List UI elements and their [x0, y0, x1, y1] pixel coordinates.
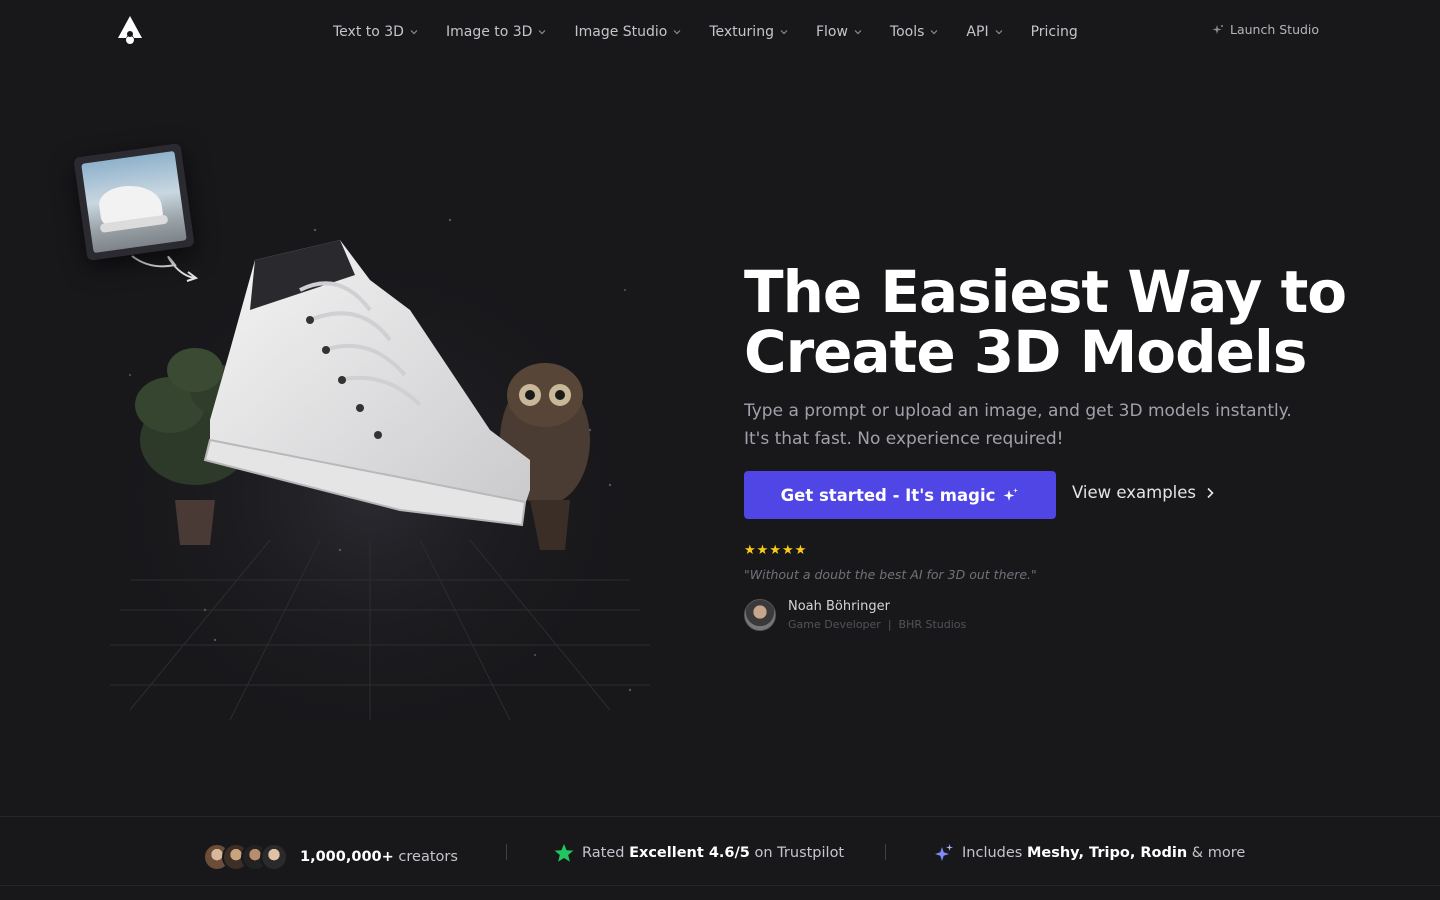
creators-stat: 1,000,000+ creators: [203, 843, 458, 871]
chevron-down-icon: [539, 30, 546, 35]
chevron-down-icon: [410, 30, 418, 35]
reference-image-thumbnail: [73, 142, 195, 262]
curly-arrow: [131, 255, 195, 279]
rated-score: Excellent 4.6/5: [629, 845, 750, 861]
role-separator: |: [887, 618, 892, 631]
logo-icon[interactable]: [116, 14, 144, 44]
star-icon: ★: [794, 543, 807, 558]
launch-studio-button[interactable]: Launch Studio: [1212, 22, 1319, 37]
testimonial-avatar: [744, 599, 776, 631]
rated-suffix: on Trustpilot: [754, 845, 845, 861]
testimonial-quote: "Without a doubt the best AI for 3D out …: [744, 567, 1037, 582]
rating-stars: ★ ★ ★ ★ ★: [744, 543, 807, 558]
chevron-right-icon: [1207, 487, 1214, 498]
trustpilot-star-icon: [554, 844, 574, 862]
creators-count: 1,000,000+: [300, 849, 394, 865]
social-proof-strip: 1,000,000+ creators Rated Excellent 4.6/…: [0, 816, 1440, 886]
company-label: BHR Studios: [898, 618, 967, 631]
avatar: [260, 843, 288, 871]
subtitle-line-2: It's that fast. No experience required!: [744, 429, 1064, 449]
get-started-button[interactable]: Get started - It's magic: [744, 471, 1056, 519]
divider: [885, 844, 886, 860]
includes-prefix: Includes: [962, 845, 1023, 861]
star-icon: ★: [781, 543, 794, 558]
star-icon: ★: [744, 543, 756, 558]
nav-menu: Text to 3D Image to 3D Image Studio Text…: [333, 22, 1106, 42]
nav-item-flow[interactable]: Flow: [816, 22, 862, 42]
chevron-down-icon: [930, 30, 938, 35]
divider: [506, 844, 507, 860]
chevron-down-icon: [854, 30, 862, 35]
includes-stat: Includes Meshy, Tripo, Rodin & more: [934, 843, 1245, 863]
nav-item-label: Texturing: [709, 24, 774, 40]
sparkle-icon: [1003, 488, 1019, 501]
role-label: Game Developer: [788, 618, 881, 631]
view-examples-label: View examples: [1072, 483, 1197, 502]
thumbnail-photo: [81, 150, 187, 254]
chevron-down-icon: [995, 30, 1003, 35]
creator-avatars: [203, 843, 288, 871]
sparkle-icon: [935, 844, 953, 861]
launch-studio-label: Launch Studio: [1230, 22, 1320, 37]
includes-models: Meshy, Tripo, Rodin: [1026, 845, 1188, 861]
nav-item-tools[interactable]: Tools: [890, 22, 939, 42]
nav-item-pricing[interactable]: Pricing: [1031, 22, 1078, 42]
testimonial-role: Game Developer | BHR Studios: [788, 618, 966, 631]
creators-label: creators: [398, 849, 458, 865]
hero-subtitle: Type a prompt or upload an image, and ge…: [744, 397, 1304, 453]
chevron-down-icon: [780, 30, 788, 35]
view-examples-link[interactable]: View examples: [1072, 483, 1214, 502]
headline-line-2: Create 3D Models: [744, 318, 1307, 386]
nav-item-texturing[interactable]: Texturing: [709, 22, 788, 42]
nav-item-image-studio[interactable]: Image Studio: [574, 22, 681, 42]
nav-item-label: Pricing: [1030, 24, 1078, 40]
nav-item-api[interactable]: API: [966, 22, 1003, 42]
nav-item-label: Image Studio: [574, 24, 668, 40]
headline-line-1: The Easiest Way to: [744, 258, 1347, 326]
nav-item-label: Flow: [815, 24, 848, 40]
nav-item-label: API: [966, 24, 989, 40]
nav-item-label: Tools: [889, 24, 925, 40]
chevron-down-icon: [673, 30, 681, 35]
trustpilot-stat: Rated Excellent 4.6/5 on Trustpilot: [554, 843, 844, 863]
nav-item-text-to-3d[interactable]: Text to 3D: [333, 22, 418, 42]
hero-headline: The Easiest Way to Create 3D Models: [744, 262, 1364, 382]
nav-item-image-to-3d[interactable]: Image to 3D: [446, 22, 547, 42]
get-started-label: Get started - It's magic: [780, 485, 996, 505]
testimonial-name: Noah Böhringer: [788, 599, 890, 614]
includes-suffix: & more: [1191, 845, 1246, 861]
nav-item-label: Image to 3D: [445, 24, 533, 40]
top-nav: Text to 3D Image to 3D Image Studio Text…: [0, 0, 1440, 64]
nav-item-label: Text to 3D: [333, 24, 404, 40]
subtitle-line-1: Type a prompt or upload an image, and ge…: [744, 401, 1292, 421]
rated-prefix: Rated: [582, 845, 625, 861]
star-icon: ★: [769, 543, 781, 558]
star-icon: ★: [756, 543, 769, 558]
sparkle-icon: [1212, 24, 1223, 34]
